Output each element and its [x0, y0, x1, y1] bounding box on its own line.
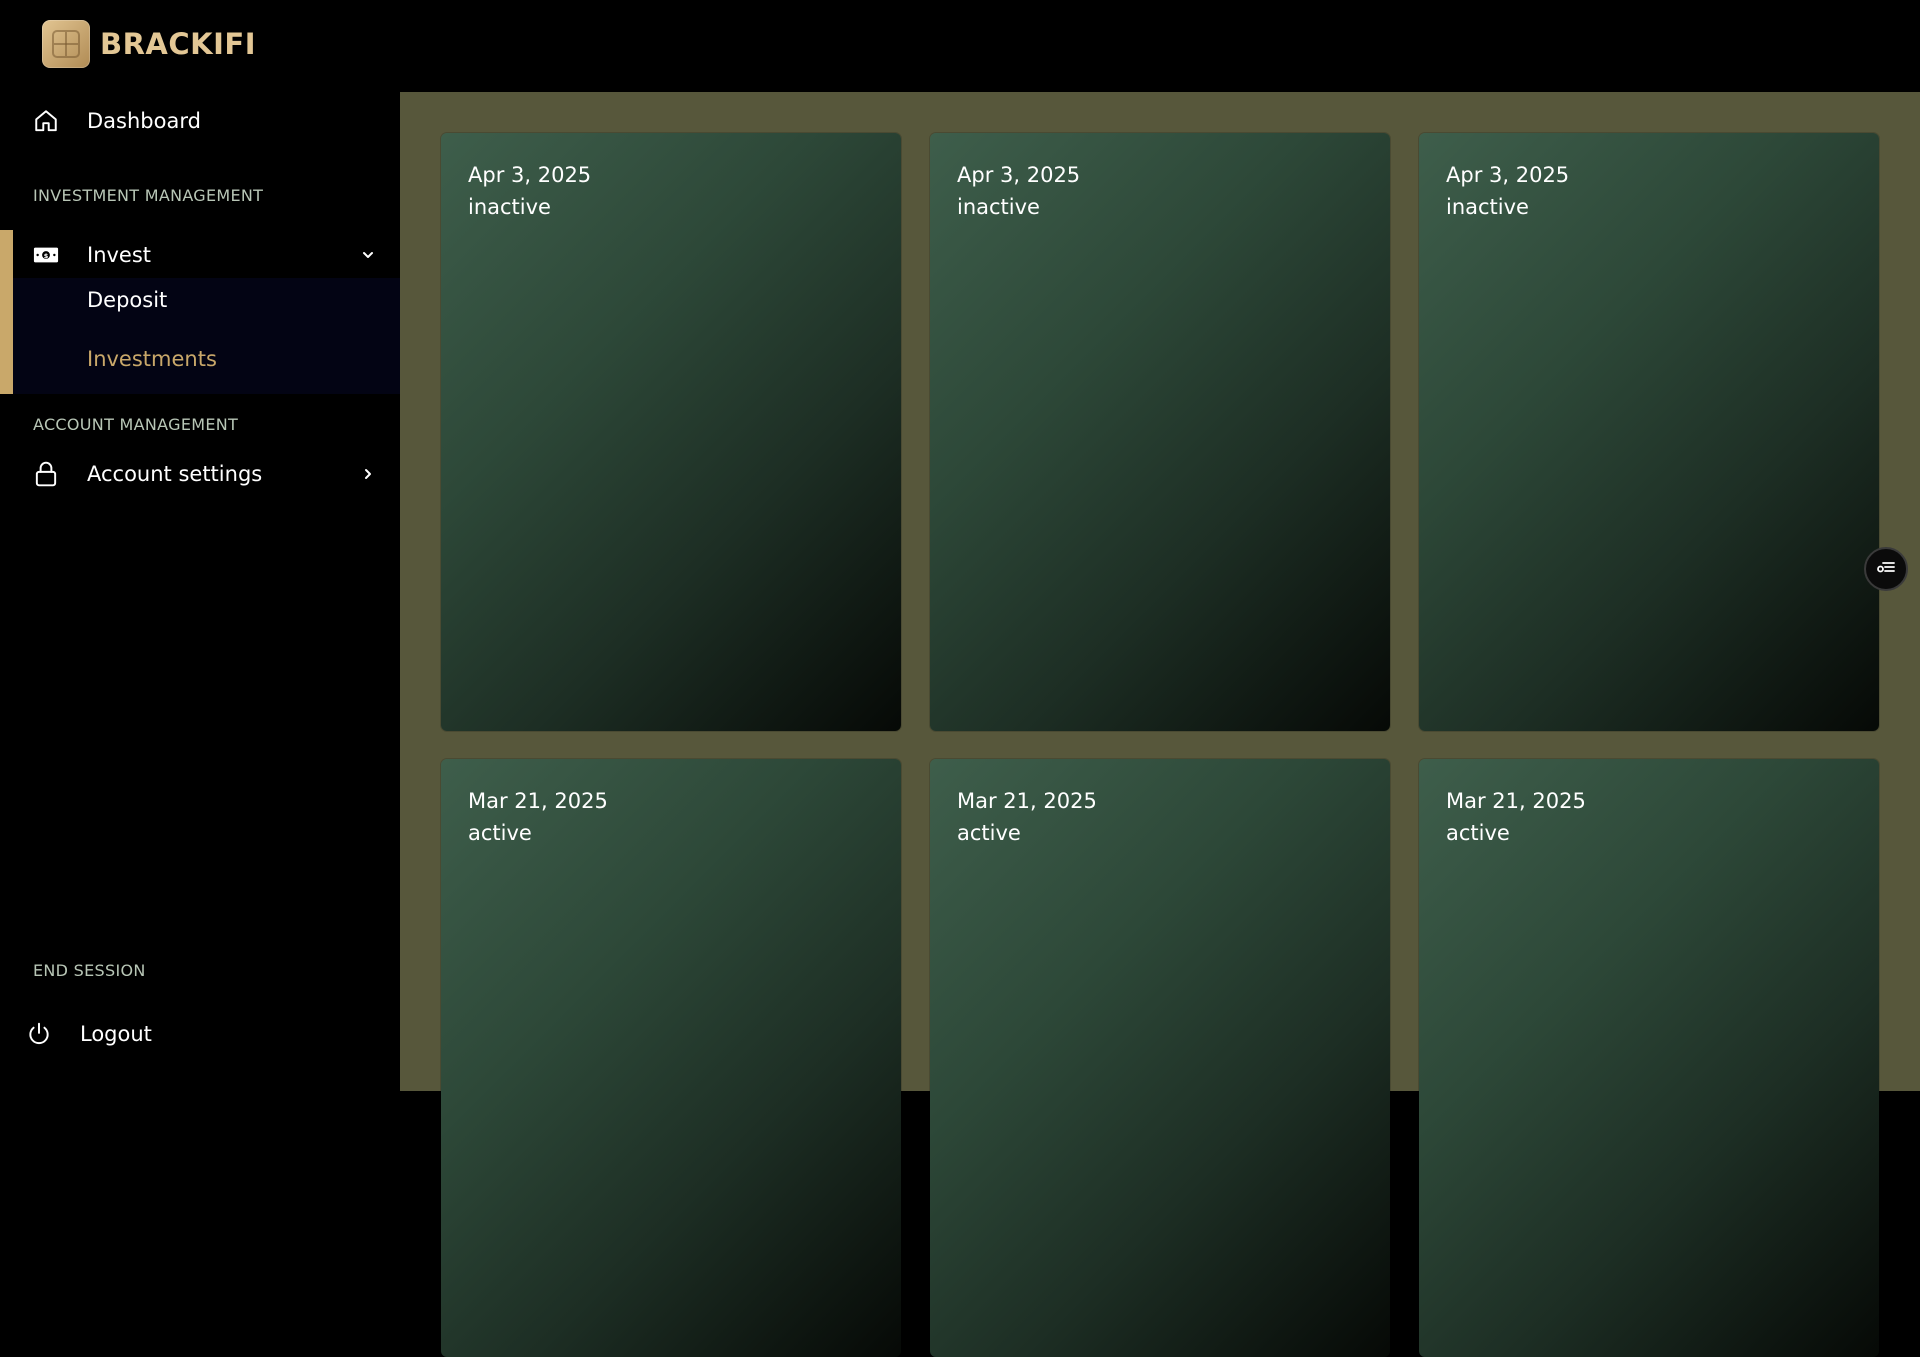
card-status: inactive	[468, 195, 551, 219]
card-date: Apr 3, 2025	[957, 163, 1081, 187]
card-status: inactive	[1446, 195, 1529, 219]
card-date: Mar 21, 2025	[957, 789, 1097, 813]
card-date: Apr 3, 2025	[1446, 163, 1570, 187]
floating-filter-button[interactable]	[1864, 547, 1908, 591]
banknote-icon: $	[33, 242, 59, 268]
invest-group: $ Invest Deposit Investments	[0, 230, 400, 394]
sidebar-item-label: Dashboard	[87, 109, 201, 133]
lock-icon	[33, 461, 59, 487]
section-label-end-session: END SESSION	[33, 961, 146, 980]
sidebar-item-dashboard[interactable]: Dashboard	[0, 92, 400, 150]
section-label-account: ACCOUNT MANAGEMENT	[33, 415, 239, 434]
investment-card[interactable]: Mar 21, 2025 active	[930, 759, 1390, 1357]
chevron-right-icon	[360, 466, 376, 482]
sidebar-item-label: Invest	[87, 243, 152, 267]
svg-text:$: $	[44, 252, 49, 260]
brand-logo-icon	[42, 20, 90, 68]
sidebar: Dashboard INVESTMENT MANAGEMENT $ Invest	[0, 92, 400, 1091]
sidebar-item-invest[interactable]: $ Invest	[0, 226, 400, 284]
investment-card[interactable]: Apr 3, 2025 inactive	[1419, 133, 1879, 731]
investments-content: Apr 3, 2025 inactive Apr 3, 2025 inactiv…	[400, 92, 1920, 1357]
top-header: BRACKIFI	[0, 0, 1920, 92]
power-icon	[26, 1021, 52, 1047]
investment-card[interactable]: Mar 21, 2025 active	[1419, 759, 1879, 1357]
card-status: active	[468, 821, 532, 845]
sidebar-item-account-settings[interactable]: Account settings	[0, 445, 400, 503]
filter-list-icon	[1875, 556, 1897, 582]
submenu-background	[13, 278, 400, 394]
investment-card[interactable]: Apr 3, 2025 inactive	[441, 133, 901, 731]
sidebar-item-label: Account settings	[87, 462, 263, 486]
card-date: Apr 3, 2025	[468, 163, 592, 187]
card-status: active	[1446, 821, 1510, 845]
card-date: Mar 21, 2025	[468, 789, 608, 813]
submenu-item-deposit[interactable]: Deposit	[87, 288, 167, 312]
chevron-down-icon	[360, 247, 376, 263]
investment-card[interactable]: Apr 3, 2025 inactive	[930, 133, 1390, 731]
home-icon	[33, 108, 59, 134]
brand-name: BRACKIFI	[100, 27, 257, 61]
section-label-investment: INVESTMENT MANAGEMENT	[33, 186, 264, 205]
card-status: active	[957, 821, 1021, 845]
logout-button[interactable]: Logout	[0, 1005, 400, 1063]
brand[interactable]: BRACKIFI	[42, 20, 256, 68]
investment-card[interactable]: Mar 21, 2025 active	[441, 759, 901, 1357]
card-date: Mar 21, 2025	[1446, 789, 1586, 813]
logout-label: Logout	[80, 1022, 152, 1046]
submenu-item-investments[interactable]: Investments	[87, 347, 217, 371]
card-status: inactive	[957, 195, 1040, 219]
